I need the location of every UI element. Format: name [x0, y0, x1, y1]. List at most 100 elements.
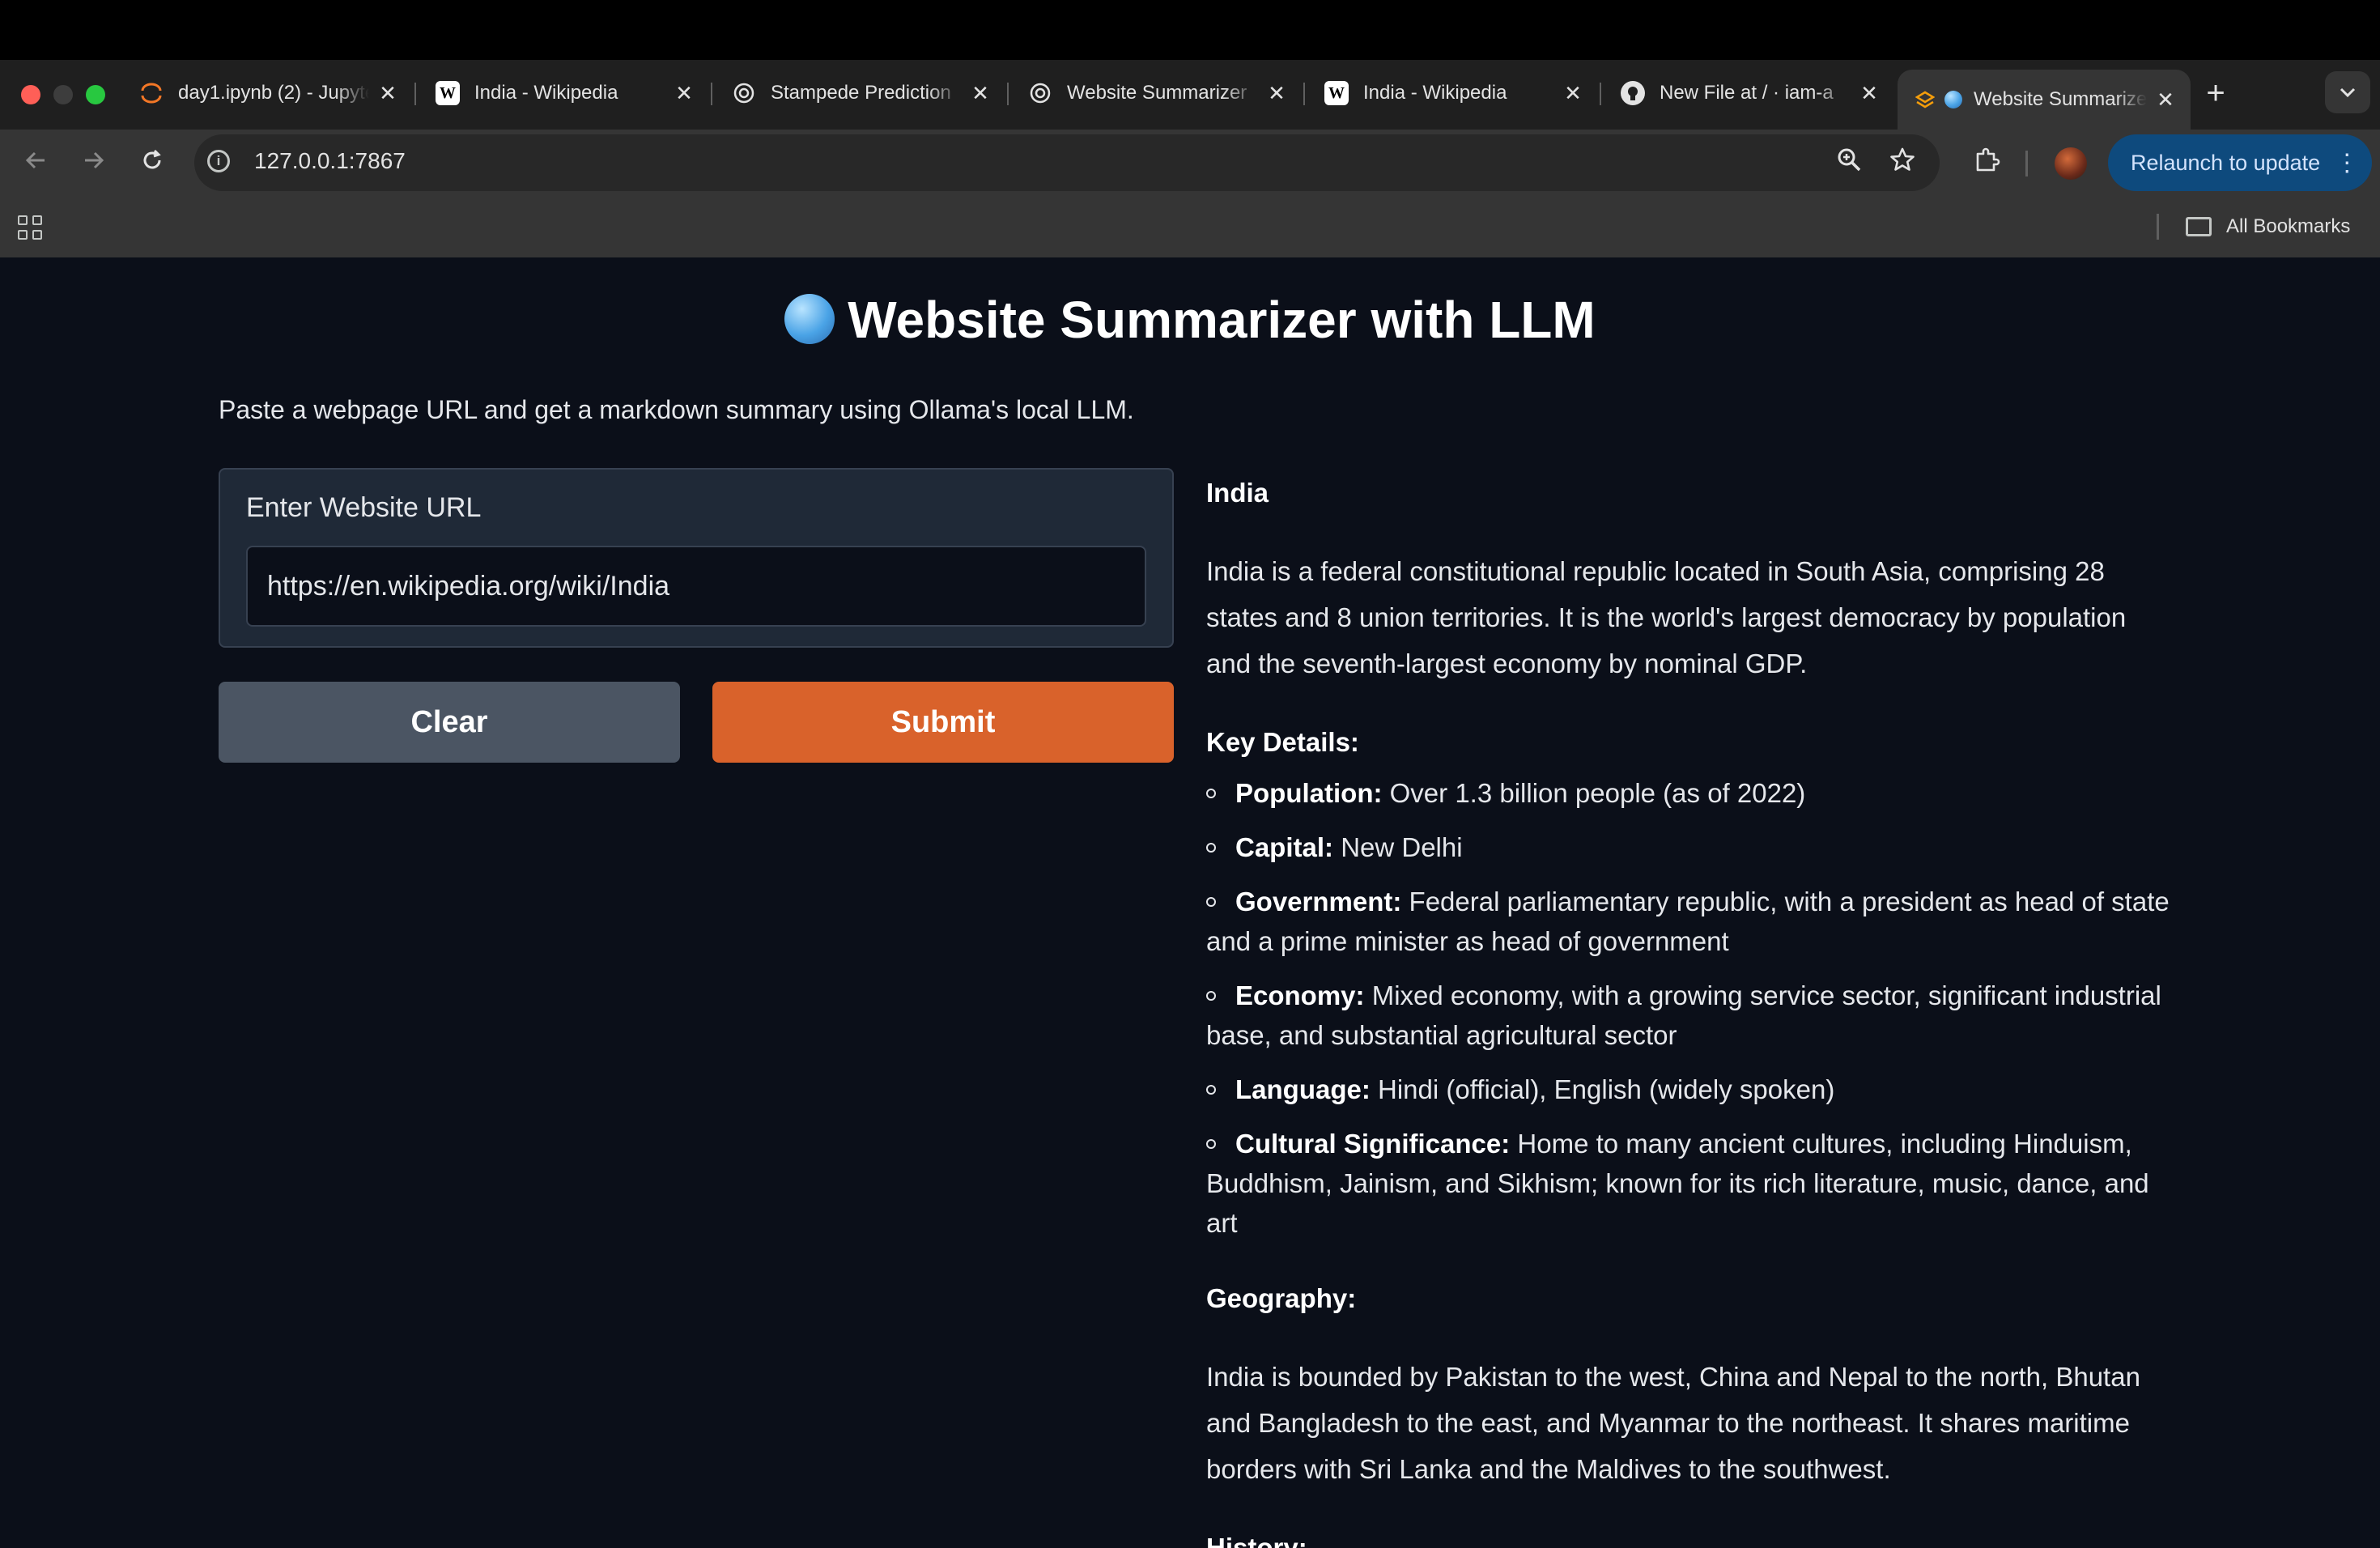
page-content: Website Summarizer with LLM Paste a webp… [0, 257, 2380, 1548]
url-input[interactable] [246, 546, 1146, 627]
bullet-icon [1206, 1139, 1216, 1150]
summary-output: India India is a federal constitutional … [1206, 470, 2178, 1548]
toolbar-divider [2025, 151, 2028, 176]
list-item-label: Capital: [1235, 832, 1334, 862]
list-item: Language: Hindi (official), English (wid… [1206, 1070, 2178, 1109]
bullet-icon [1206, 843, 1216, 853]
tab-divider [1600, 83, 1601, 105]
list-item-text: Hindi (official), English (widely spoken… [1378, 1074, 1835, 1104]
close-icon[interactable]: ✕ [376, 81, 400, 106]
close-icon[interactable]: ✕ [968, 81, 992, 106]
close-icon[interactable]: ✕ [1561, 81, 1585, 106]
bullet-icon [1206, 991, 1216, 1002]
extensions-icon[interactable] [1969, 146, 2004, 181]
close-window-button[interactable] [21, 85, 40, 104]
tab-title: Stampede Prediction [771, 82, 951, 104]
close-icon[interactable]: ✕ [1857, 81, 1881, 106]
tab-divider [1007, 83, 1009, 105]
address-text[interactable]: 127.0.0.1:7867 [254, 148, 406, 174]
url-input-panel: Enter Website URL [219, 468, 1174, 648]
key-details-heading: Key Details: [1206, 727, 1359, 757]
folder-icon [2186, 217, 2212, 236]
submit-button[interactable]: Submit [712, 682, 1174, 763]
list-item: Population: Over 1.3 billion people (as … [1206, 773, 2178, 813]
list-item-label: Economy: [1235, 980, 1365, 1010]
list-item: Cultural Significance: Home to many anci… [1206, 1124, 2178, 1243]
clear-button[interactable]: Clear [219, 682, 680, 763]
browser-tab[interactable]: New File at / · iam-a ✕ [1603, 70, 1894, 117]
browser-tab[interactable]: W India - Wikipedia ✕ [1307, 70, 1598, 117]
geography-text: India is bounded by Pakistan to the west… [1206, 1362, 2140, 1484]
arrow-right-icon [85, 151, 104, 169]
list-item-text: New Delhi [1341, 832, 1463, 862]
apps-grid-icon[interactable] [18, 215, 42, 240]
gradio-icon [1915, 87, 1935, 112]
close-icon[interactable]: ✕ [1264, 81, 1289, 106]
page-title: Website Summarizer with LLM [0, 290, 2380, 350]
tab-title: Website Summarizer [1067, 82, 1247, 104]
minimize-window-button[interactable] [53, 85, 73, 104]
url-input-label: Enter Website URL [246, 492, 482, 523]
close-icon[interactable]: ✕ [2153, 87, 2178, 113]
tab-title: India - Wikipedia [1363, 82, 1507, 104]
menu-dots-icon[interactable]: ⋮ [2335, 149, 2359, 177]
tab-title: day1.ipynb (2) - Jupyter [178, 82, 369, 104]
globe-icon [784, 294, 835, 344]
browser-tab[interactable]: Website Summarizer ✕ [1010, 70, 1302, 117]
openai-icon [732, 81, 756, 105]
reload-button[interactable] [131, 142, 173, 185]
list-item-label: Government: [1235, 887, 1402, 916]
summary-heading: India [1206, 478, 1269, 508]
browser-tab[interactable]: W India - Wikipedia ✕ [418, 70, 709, 117]
summary-intro: India is a federal constitutional republ… [1206, 556, 2127, 678]
browser-tab[interactable]: day1.ipynb (2) - Jupyter ✕ [121, 70, 413, 117]
wikipedia-icon: W [1324, 81, 1349, 105]
address-bar[interactable] [194, 134, 1940, 191]
list-item: Government: Federal parliamentary republ… [1206, 882, 2178, 961]
close-icon[interactable]: ✕ [672, 81, 696, 106]
forward-button[interactable] [73, 142, 115, 185]
github-icon [1621, 81, 1645, 105]
bullet-icon [1206, 1085, 1216, 1095]
relaunch-label: Relaunch to update [2131, 150, 2321, 175]
tab-divider [711, 83, 712, 105]
back-button[interactable] [15, 142, 57, 185]
chevron-down-icon [2340, 87, 2356, 98]
reload-icon [143, 149, 161, 169]
browser-tab-active[interactable]: Website Summarizer ✕ [1898, 70, 2191, 130]
site-info-icon[interactable]: i [207, 150, 230, 172]
maximize-window-button[interactable] [86, 85, 105, 104]
profile-avatar[interactable] [2055, 147, 2087, 180]
tab-title: New File at / · iam-a [1660, 82, 1834, 104]
tab-search-button[interactable] [2325, 71, 2370, 113]
list-item-label: Cultural Significance: [1235, 1129, 1511, 1159]
zoom-icon[interactable] [1833, 147, 1865, 179]
all-bookmarks-button[interactable]: All Bookmarks [2226, 215, 2350, 238]
bookmarks-divider [2157, 214, 2159, 240]
history-heading: History: [1206, 1533, 1307, 1548]
globe-icon [1944, 91, 1962, 108]
window-top-strip [0, 0, 2380, 60]
bullet-icon [1206, 897, 1216, 908]
openai-icon [1028, 81, 1052, 105]
list-item: Economy: Mixed economy, with a growing s… [1206, 976, 2178, 1055]
bookmark-star-icon[interactable] [1886, 147, 1919, 179]
geography-heading: Geography: [1206, 1283, 1357, 1313]
new-tab-button[interactable]: + [2195, 74, 2236, 112]
wikipedia-icon: W [436, 81, 460, 105]
tab-divider [414, 83, 416, 105]
relaunch-button[interactable]: Relaunch to update ⋮ [2108, 134, 2372, 191]
tab-title: India - Wikipedia [474, 82, 618, 104]
browser-tab[interactable]: Stampede Prediction ✕ [714, 70, 1005, 117]
bullet-icon [1206, 789, 1216, 799]
list-item: Capital: New Delhi [1206, 827, 2178, 867]
tab-divider [1303, 83, 1305, 105]
tab-title: Website Summarizer [1974, 88, 2147, 110]
list-item-label: Language: [1235, 1074, 1371, 1104]
page-title-text: Website Summarizer with LLM [848, 291, 1596, 349]
arrow-left-icon [25, 151, 45, 169]
bookmarks-bar [0, 198, 2380, 257]
page-description: Paste a webpage URL and get a markdown s… [219, 395, 1134, 424]
list-item-label: Population: [1235, 778, 1383, 808]
jupyter-icon [139, 81, 164, 105]
